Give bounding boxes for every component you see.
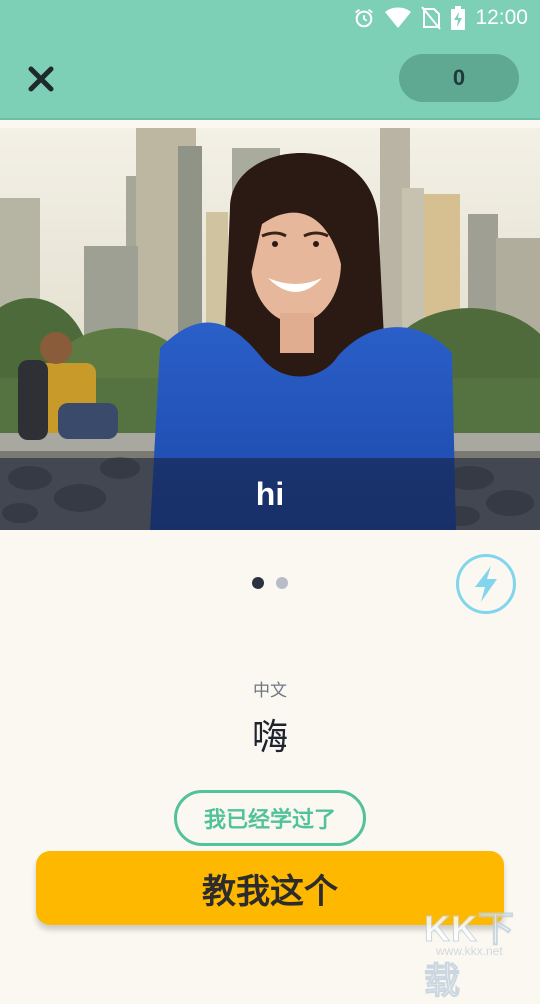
already-learned-button[interactable]: 我已经学过了 xyxy=(174,790,366,846)
alarm-icon xyxy=(353,7,375,29)
close-button[interactable] xyxy=(24,62,58,96)
lightning-bolt-icon xyxy=(475,566,497,602)
caption-band: hi xyxy=(0,458,540,530)
status-bar: 12:00 xyxy=(0,0,540,36)
wifi-icon xyxy=(385,7,412,29)
pager-dot-inactive[interactable] xyxy=(276,577,288,589)
language-label: 中文 xyxy=(253,681,287,701)
watermark-url: www.kkx.net xyxy=(436,944,503,958)
pager-dot-active[interactable] xyxy=(252,577,264,589)
watermark-logo: KK下载 www.kkx.net xyxy=(424,900,536,1002)
video-player[interactable]: hi xyxy=(0,128,540,530)
close-icon xyxy=(28,66,54,92)
battery-charging-icon xyxy=(451,6,466,30)
status-time: 12:00 xyxy=(475,6,528,29)
top-bar: 0 xyxy=(0,36,540,120)
translation-word: 嗨 xyxy=(251,717,288,758)
no-sim-icon xyxy=(421,6,442,30)
video-caption: hi xyxy=(255,475,285,512)
pager-dots xyxy=(252,577,288,589)
quick-learn-button[interactable] xyxy=(456,554,516,614)
score-badge[interactable]: 0 xyxy=(399,54,519,102)
